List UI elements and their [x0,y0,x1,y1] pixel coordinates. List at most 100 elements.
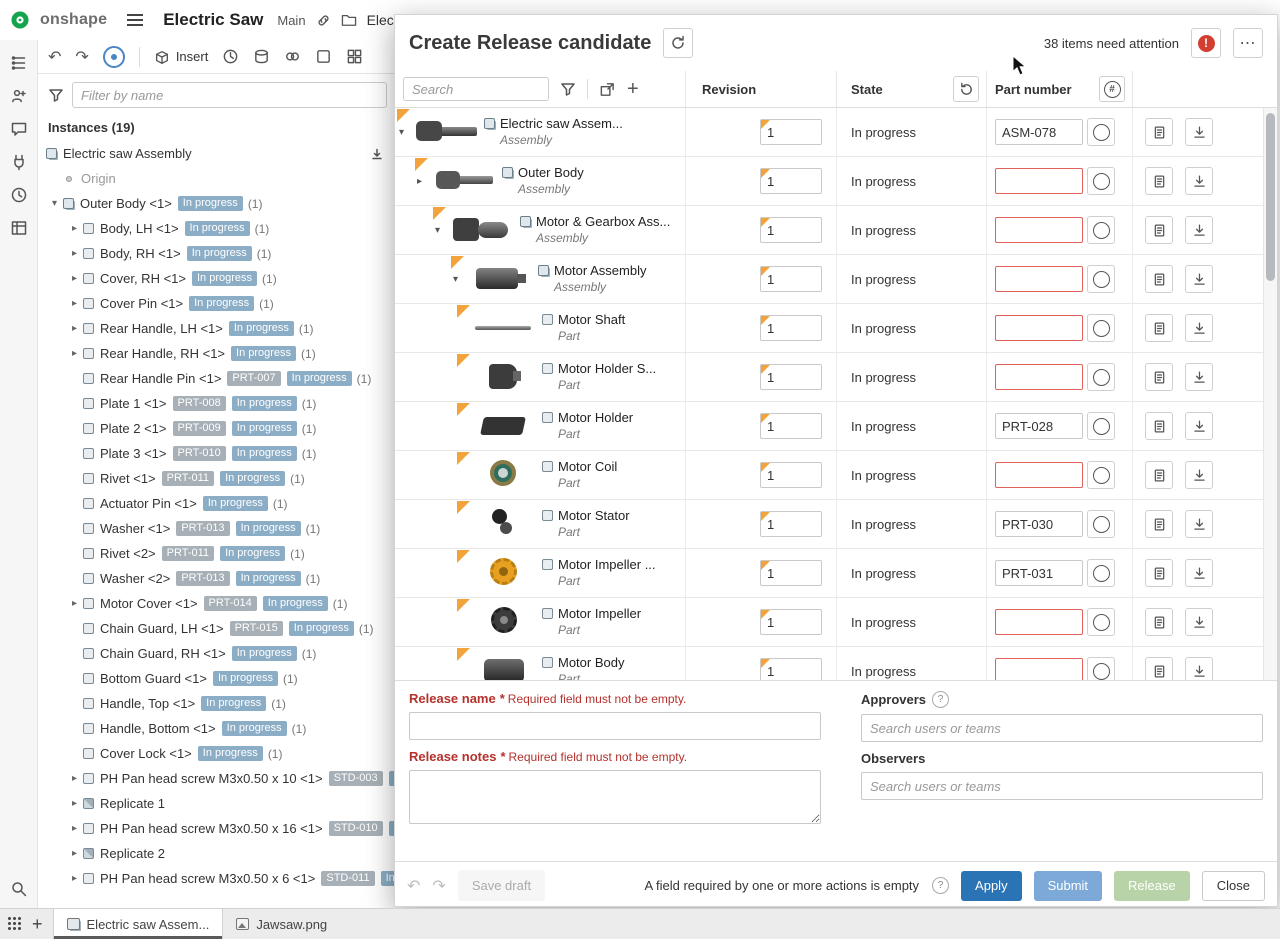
refresh-candidates-button[interactable] [663,28,693,58]
group-tool-icon[interactable] [284,48,301,65]
tree-item[interactable]: ▸ PH Pan head screw M3x0.50 x 10 <1> STD… [38,766,395,791]
tree-expand-chevron-icon[interactable]: ▸ [66,848,83,859]
item-properties-button[interactable] [1145,510,1173,538]
item-download-button[interactable] [1185,118,1213,146]
help-icon[interactable]: ? [932,691,949,708]
release-item-row[interactable]: Motor Stator Part In progress [395,500,1263,549]
submit-button[interactable]: Submit [1034,871,1102,901]
close-button[interactable]: Close [1202,871,1265,901]
release-item-row[interactable]: ▾ Motor & Gearbox Ass... Assembly [395,206,1263,255]
part-number-input[interactable] [995,364,1083,390]
release-item-row[interactable]: Motor Body Part In progress [395,647,1263,680]
tree-item[interactable]: Handle, Top <1> In progress (1) [38,691,395,716]
tree-item[interactable]: Handle, Bottom <1> In progress (1) [38,716,395,741]
item-properties-button[interactable] [1145,363,1173,391]
tree-item[interactable]: ▸ PH Pan head screw M3x0.50 x 6 <1> STD-… [38,866,395,891]
form-undo-button[interactable]: ↶ [407,876,420,896]
release-item-row[interactable]: Motor Holder Part In progress [395,402,1263,451]
tree-item[interactable]: ▸ Motor Cover <1> PRT-014 In progress (1… [38,591,395,616]
item-properties-button[interactable] [1145,657,1173,680]
part-number-input[interactable] [995,609,1083,635]
apply-button[interactable]: Apply [961,871,1022,901]
history-icon[interactable] [10,186,28,204]
part-number-input[interactable] [995,511,1083,537]
part-number-input[interactable] [995,560,1083,586]
release-name-input[interactable] [409,712,821,740]
tree-item[interactable]: Origin [38,166,395,191]
folder-name-label[interactable]: Elec [367,12,394,28]
apps-grid-icon[interactable] [8,917,22,931]
part-number-input[interactable] [995,168,1083,194]
tree-expand-chevron-icon[interactable]: ▸ [66,773,83,784]
tree-item[interactable]: ▸ Cover Pin <1> In progress (1) [38,291,395,316]
tree-item[interactable]: Washer <2> PRT-013 In progress (1) [38,566,395,591]
connections-icon[interactable] [10,153,28,171]
view-toggle-icon[interactable] [599,81,616,98]
document-tab[interactable]: Jawsaw.png [223,909,340,939]
tree-expand-chevron-icon[interactable]: ▸ [66,823,83,834]
tree-item[interactable]: Rivet <2> PRT-011 In progress (1) [38,541,395,566]
item-download-button[interactable] [1185,167,1213,195]
auto-number-button[interactable] [1087,559,1115,587]
release-item-row[interactable]: ▸ Outer Body Assembly [395,157,1263,206]
tree-item[interactable]: Bottom Guard <1> In progress (1) [38,666,395,691]
new-tab-button[interactable]: + [32,915,43,933]
row-expand-chevron-icon[interactable]: ▾ [453,274,469,285]
tree-expand-chevron-icon[interactable]: ▸ [66,248,83,259]
auto-number-button[interactable] [1087,216,1115,244]
item-download-button[interactable] [1185,412,1213,440]
document-tab[interactable]: Electric saw Assem... [53,909,224,939]
tree-expand-chevron-icon[interactable]: ▸ [66,273,83,284]
mate-tool-icon[interactable] [222,48,239,65]
dialog-menu-button[interactable]: ⋯ [1233,28,1263,58]
main-menu-icon[interactable] [127,14,143,16]
tree-expand-chevron-icon[interactable]: ▸ [66,298,83,309]
tree-item[interactable]: Plate 1 <1> PRT-008 In progress (1) [38,391,395,416]
attention-filter-button[interactable]: ! [1191,28,1221,58]
tree-item[interactable]: ▸ Replicate 2 [38,841,395,866]
row-expand-chevron-icon[interactable]: ▾ [399,127,415,138]
auto-number-button[interactable] [1087,412,1115,440]
auto-number-button[interactable] [1087,314,1115,342]
tree-item[interactable]: ▸ PH Pan head screw M3x0.50 x 16 <1> STD… [38,816,395,841]
tree-expand-chevron-icon[interactable]: ▸ [66,598,83,609]
observers-input[interactable] [861,772,1263,800]
release-item-row[interactable]: Motor Impeller ... Part In pr [395,549,1263,598]
tree-item[interactable]: ▸ Body, LH <1> In progress (1) [38,216,395,241]
item-properties-button[interactable] [1145,559,1173,587]
revolve-tool-icon[interactable] [253,48,270,65]
tree-expand-chevron-icon[interactable]: ▸ [66,873,83,884]
item-download-button[interactable] [1185,216,1213,244]
auto-number-all-button[interactable]: # [1099,76,1125,102]
row-expand-chevron-icon[interactable]: ▸ [417,176,433,187]
release-item-row[interactable]: Motor Impeller Part In progre [395,598,1263,647]
tree-expand-chevron-icon[interactable]: ▸ [66,798,83,809]
undo-button[interactable]: ↶ [48,47,61,67]
share-users-icon[interactable] [10,87,28,105]
insert-button[interactable]: Insert [154,49,209,65]
ground-anchor-icon[interactable] [371,148,383,160]
row-expand-chevron-icon[interactable]: ▾ [435,225,451,236]
release-button[interactable]: Release [1114,871,1190,901]
release-item-row[interactable]: Motor Shaft Part In progress [395,304,1263,353]
item-download-button[interactable] [1185,461,1213,489]
share-link-icon[interactable] [316,13,331,28]
table-scrollbar[interactable] [1263,108,1277,680]
filter-input[interactable] [72,82,387,108]
item-properties-button[interactable] [1145,608,1173,636]
item-properties-button[interactable] [1145,412,1173,440]
tree-item[interactable]: Rear Handle Pin <1> PRT-007 In progress … [38,366,395,391]
help-icon[interactable]: ? [932,877,949,894]
item-download-button[interactable] [1185,363,1213,391]
tree-item[interactable]: Plate 2 <1> PRT-009 In progress (1) [38,416,395,441]
assembly-tree-icon[interactable] [10,54,28,72]
item-download-button[interactable] [1185,510,1213,538]
item-download-button[interactable] [1185,314,1213,342]
item-properties-button[interactable] [1145,167,1173,195]
tree-expand-chevron-icon[interactable]: ▾ [46,198,63,209]
item-download-button[interactable] [1185,657,1213,680]
tree-item[interactable]: Chain Guard, RH <1> In progress (1) [38,641,395,666]
auto-number-button[interactable] [1087,167,1115,195]
tree-item[interactable]: Washer <1> PRT-013 In progress (1) [38,516,395,541]
filter-funnel-icon[interactable] [560,81,576,97]
